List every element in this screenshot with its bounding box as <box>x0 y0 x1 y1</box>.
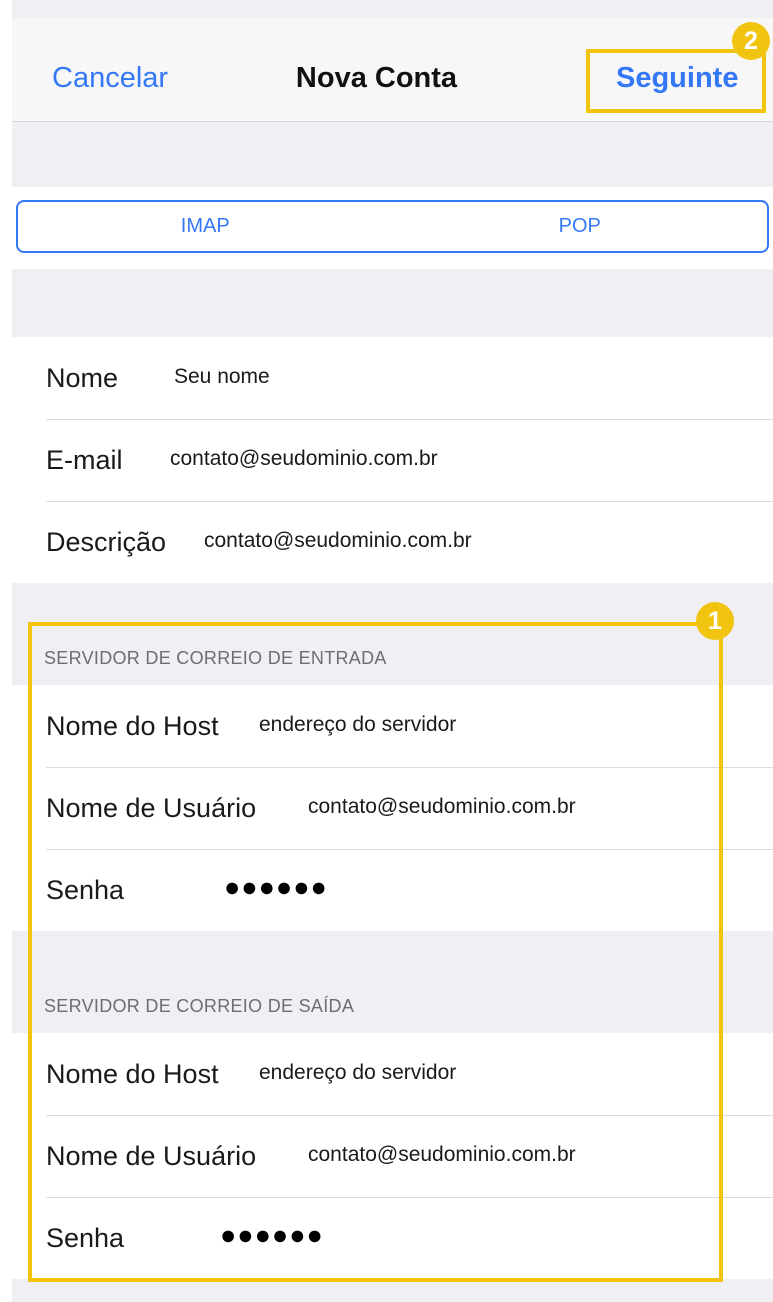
name-label: Nome <box>46 363 119 393</box>
email-field[interactable]: contato@seudominio.com.br <box>170 447 438 471</box>
screen: Cancelar Nova Conta Seguinte IMAP POP No… <box>12 0 773 1302</box>
segment-pop[interactable]: POP <box>393 202 768 251</box>
description-field[interactable]: contato@seudominio.com.br <box>204 529 472 553</box>
email-label: E-mail <box>46 445 123 475</box>
email-row[interactable]: E-mail contato@seudominio.com.br <box>12 419 773 501</box>
account-info-group: Nome Seu nome E-mail contato@seudominio.… <box>12 337 773 583</box>
protocol-segmented-control: IMAP POP <box>16 200 769 253</box>
segment-imap[interactable]: IMAP <box>18 202 393 251</box>
protocol-section: IMAP POP <box>12 187 773 269</box>
name-field[interactable]: Seu nome <box>174 365 270 389</box>
name-row[interactable]: Nome Seu nome <box>12 337 773 419</box>
description-row[interactable]: Descrição contato@seudominio.com.br <box>12 501 773 583</box>
step-1-badge: 1 <box>696 602 734 640</box>
page-title-text: Nova Conta <box>295 62 458 94</box>
step-2-badge: 2 <box>732 22 770 60</box>
description-label: Descrição <box>46 527 167 557</box>
next-highlight-box <box>586 49 766 113</box>
servers-highlight-box <box>28 622 723 1282</box>
